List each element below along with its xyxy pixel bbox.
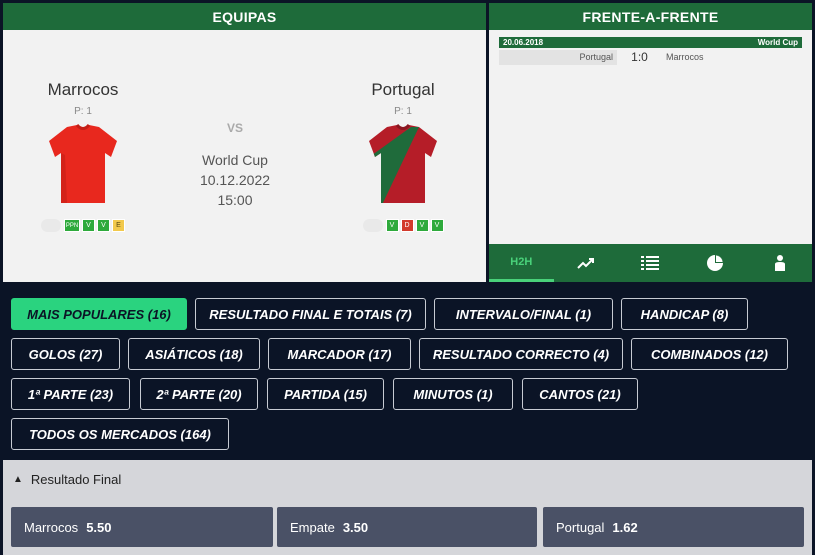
teams-panel: EQUIPAS Marrocos P: 1 PPN V V E VS World… (3, 3, 486, 282)
match-info: World Cup 10.12.2022 15:00 (185, 150, 285, 210)
odd-button-home[interactable]: Marrocos 5.50 (11, 507, 273, 547)
match-time: 15:00 (217, 192, 253, 208)
chip-intervalo-final[interactable]: INTERVALO/FINAL (1) (434, 298, 613, 330)
h2h-away-team: Marrocos (666, 52, 704, 62)
match-page: EQUIPAS Marrocos P: 1 PPN V V E VS World… (0, 0, 815, 555)
away-team-name: Portugal (371, 80, 435, 99)
form-badge: V (385, 219, 399, 232)
teams-header: EQUIPAS (3, 3, 486, 30)
chevron-up-icon: ▲ (13, 473, 23, 485)
form-badge: V (415, 219, 429, 232)
h2h-tab-bar: H2H (489, 244, 812, 282)
chip-minutos[interactable]: MINUTOS (1) (393, 378, 513, 410)
odd-value: 1.62 (612, 519, 638, 535)
odds-area: Marrocos 5.50 Empate 3.50 Portugal 1.62 (3, 498, 812, 555)
chip-partida[interactable]: PARTIDA (15) (267, 378, 384, 410)
odd-button-away[interactable]: Portugal 1.62 (543, 507, 804, 547)
h2h-match-competition: World Cup (757, 38, 798, 47)
home-shirt-icon (49, 123, 117, 203)
h2h-header: FRENTE-A-FRENTE (489, 3, 812, 30)
chip-golos[interactable]: GOLOS (27) (11, 338, 120, 370)
chip-combinados[interactable]: COMBINADOS (12) (631, 338, 788, 370)
odd-label: Empate (290, 519, 335, 535)
form-badge: D (400, 219, 414, 232)
chip-2a-parte[interactable]: 2ª PARTE (20) (140, 378, 258, 410)
tab-h2h[interactable]: H2H (489, 244, 554, 282)
chip-handicap[interactable]: HANDICAP (8) (621, 298, 748, 330)
h2h-home-team: Portugal (499, 49, 617, 65)
home-team[interactable]: Marrocos P: 1 PPN V V E (13, 80, 153, 232)
chip-resultado-final-totais[interactable]: RESULTADO FINAL E TOTAIS (7) (195, 298, 426, 330)
home-team-name: Marrocos (47, 80, 119, 99)
chip-marcador[interactable]: MARCADOR (17) (268, 338, 411, 370)
h2h-score: 1:0 (631, 50, 648, 64)
h2h-match-date: 20.06.2018 (503, 38, 544, 47)
away-form: V D V V (333, 219, 473, 232)
odd-label: Portugal (556, 519, 605, 535)
form-badge: V (430, 219, 444, 232)
chip-cantos[interactable]: CANTOS (21) (522, 378, 638, 410)
home-team-position: P: 1 (74, 106, 92, 117)
competition-name: World Cup (202, 152, 268, 168)
result-section-header[interactable]: ▲ Resultado Final (3, 460, 812, 498)
h2h-match-body: Portugal 1:0 Marrocos (499, 48, 802, 66)
away-shirt-icon (369, 123, 437, 203)
form-toggle[interactable] (362, 219, 383, 232)
list-icon (641, 256, 660, 270)
chip-asiaticos[interactable]: ASIÁTICOS (18) (128, 338, 260, 370)
tab-pie[interactable] (683, 244, 748, 282)
away-team-position: P: 1 (394, 106, 412, 117)
form-badge: V (97, 219, 110, 232)
trend-icon (577, 258, 594, 269)
chip-1a-parte[interactable]: 1ª PARTE (23) (11, 378, 130, 410)
chip-todos-mercados[interactable]: TODOS OS MERCADOS (164) (11, 418, 229, 450)
vs-label: VS (226, 121, 243, 135)
h2h-match-head: 20.06.2018 World Cup (499, 37, 802, 48)
tab-trend[interactable] (554, 244, 619, 282)
h2h-match-row[interactable]: 20.06.2018 World Cup Portugal 1:0 Marroc… (499, 37, 802, 66)
form-toggle[interactable] (41, 219, 61, 232)
away-team[interactable]: Portugal P: 1 V D V V (333, 80, 473, 232)
form-badge: PPN (64, 219, 80, 232)
pie-chart-icon (707, 255, 724, 271)
chip-mais-populares[interactable]: MAIS POPULARES (16) (11, 298, 187, 330)
form-badge: V (82, 219, 95, 232)
tab-player[interactable] (747, 244, 812, 282)
odd-value: 5.50 (86, 519, 112, 535)
odd-value: 3.50 (342, 519, 369, 535)
result-section-title: Resultado Final (30, 471, 122, 487)
h2h-panel: FRENTE-A-FRENTE 20.06.2018 World Cup Por… (489, 3, 812, 282)
chip-resultado-correcto[interactable]: RESULTADO CORRECTO (4) (419, 338, 623, 370)
player-icon (774, 255, 785, 271)
tab-list[interactable] (618, 244, 683, 282)
odd-label: Marrocos (24, 519, 79, 535)
match-date: 10.12.2022 (199, 172, 271, 188)
odd-button-draw[interactable]: Empate 3.50 (277, 507, 537, 547)
home-form: PPN V V E (13, 219, 153, 232)
form-badge: E (112, 219, 125, 232)
